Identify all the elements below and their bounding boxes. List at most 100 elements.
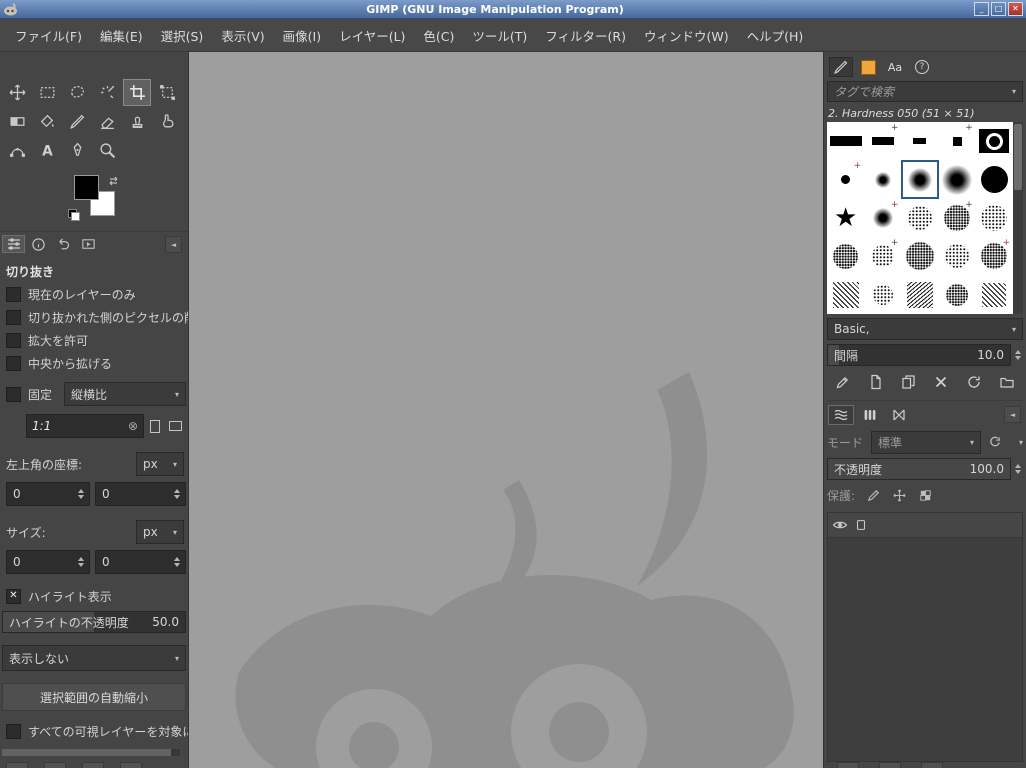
edit-brush-button[interactable] — [831, 371, 855, 393]
menu-colors[interactable]: 色(C) — [414, 21, 463, 50]
layer-button[interactable] — [921, 762, 943, 768]
unified-transform-tool[interactable] — [153, 79, 181, 106]
brush-thumb[interactable] — [939, 237, 976, 275]
brush-grid-scrollbar[interactable] — [1013, 122, 1023, 314]
lock-alpha-button[interactable] — [913, 484, 937, 506]
menu-layer[interactable]: レイヤー(L) — [330, 21, 414, 50]
spin-arrows[interactable] — [172, 489, 182, 499]
brush-thumb[interactable] — [827, 276, 864, 314]
brush-thumb[interactable]: + — [976, 237, 1013, 275]
brush-thumb[interactable]: + — [827, 160, 864, 198]
bucket-fill-tool[interactable] — [33, 108, 61, 135]
brush-thumb[interactable] — [901, 276, 938, 314]
highlight-checkbox-checked[interactable]: ✕ — [6, 589, 21, 604]
layer-opacity-slider[interactable]: 不透明度 100.0 — [827, 458, 1011, 480]
brush-thumb[interactable] — [864, 276, 901, 314]
tab-undo-history[interactable] — [52, 235, 75, 253]
refresh-brushes-button[interactable] — [962, 371, 986, 393]
auto-shrink-button[interactable]: 選択範囲の自動縮小 — [2, 683, 186, 711]
zoom-tool[interactable] — [93, 137, 121, 164]
layer-button[interactable] — [879, 762, 901, 768]
menu-help[interactable]: ヘルプ(H) — [738, 21, 813, 50]
brush-thumb[interactable] — [827, 122, 864, 160]
tab-paths[interactable] — [886, 405, 912, 425]
tool-options-scrollbar[interactable] — [2, 749, 180, 756]
brush-tag-filter-dropdown[interactable]: Basic, ▾ — [827, 318, 1023, 340]
new-brush-button[interactable] — [864, 371, 888, 393]
minimize-button[interactable]: _ — [974, 2, 989, 16]
preset-button[interactable] — [82, 762, 104, 768]
scrollbar-thumb[interactable] — [2, 749, 172, 756]
brush-thumb[interactable]: ★ — [827, 199, 864, 237]
layer-list[interactable] — [827, 512, 1023, 762]
layer-row[interactable] — [828, 513, 1022, 538]
menu-select[interactable]: 選択(S) — [152, 21, 213, 50]
brush-thumb[interactable]: + — [864, 237, 901, 275]
checkbox[interactable] — [6, 724, 21, 739]
tab-device-status[interactable] — [27, 235, 50, 253]
brush-thumb[interactable] — [827, 237, 864, 275]
paintbrush-tool[interactable] — [63, 108, 91, 135]
brush-thumb[interactable]: + — [939, 199, 976, 237]
preset-button[interactable] — [120, 762, 142, 768]
tab-patterns[interactable] — [856, 57, 880, 77]
move-tool[interactable] — [3, 79, 31, 106]
visibility-eye-icon[interactable] — [832, 517, 848, 533]
gradient-tool[interactable] — [3, 108, 31, 135]
window-titlebar[interactable]: GIMP (GNU Image Manipulation Program) _ … — [0, 0, 1026, 19]
rectangle-select-tool[interactable] — [33, 79, 61, 106]
option-expand-from-center[interactable]: 中央から拡げる — [6, 355, 188, 372]
fixed-aspect-dropdown[interactable]: 縦横比 ▾ — [64, 382, 186, 406]
tab-menu-button[interactable]: ◄ — [1004, 406, 1021, 423]
lock-pixels-button[interactable] — [861, 484, 885, 506]
position-y-input[interactable]: 0 — [95, 482, 186, 506]
tab-layers[interactable] — [828, 405, 854, 425]
spin-arrows[interactable] — [76, 489, 86, 499]
eraser-tool[interactable] — [93, 108, 121, 135]
tab-help[interactable]: ? — [910, 57, 934, 77]
menu-view[interactable]: 表示(V) — [212, 21, 273, 50]
swap-colors-icon[interactable] — [107, 175, 120, 187]
checkbox[interactable] — [6, 333, 21, 348]
brush-thumb[interactable] — [939, 276, 976, 314]
mode-options-button[interactable]: ▾ — [1007, 432, 1023, 454]
landscape-button[interactable] — [165, 414, 186, 438]
tab-channels[interactable] — [857, 405, 883, 425]
spin-arrows[interactable] — [1013, 350, 1023, 360]
lock-position-button[interactable] — [887, 484, 911, 506]
layer-mode-dropdown[interactable]: 標準 ▾ — [871, 431, 981, 454]
tab-menu-button[interactable]: ◄ — [165, 236, 182, 253]
menu-image[interactable]: 画像(I) — [274, 21, 330, 50]
menu-edit[interactable]: 編集(E) — [91, 21, 152, 50]
mode-group-switch-button[interactable] — [983, 432, 1005, 454]
brush-thumb[interactable]: + — [864, 199, 901, 237]
tag-search-dropdown[interactable]: タグで検索 ▾ — [827, 81, 1023, 102]
fuzzy-select-tool[interactable] — [93, 79, 121, 106]
brush-thumb[interactable] — [864, 160, 901, 198]
scrollbar-thumb[interactable] — [1014, 124, 1022, 190]
aspect-ratio-input[interactable]: 1:1 ⊗ — [26, 414, 144, 438]
brush-thumb[interactable] — [901, 122, 938, 160]
preset-button[interactable] — [44, 762, 66, 768]
brush-thumb[interactable] — [901, 199, 938, 237]
menu-tools[interactable]: ツール(T) — [463, 21, 536, 50]
text-tool[interactable]: A — [33, 137, 61, 164]
spin-arrows[interactable] — [76, 557, 86, 567]
menu-file[interactable]: ファイル(F) — [6, 21, 91, 50]
brush-thumb-selected[interactable] — [901, 160, 939, 199]
default-colors-icon[interactable] — [68, 209, 80, 221]
brush-thumb[interactable] — [976, 122, 1013, 160]
checkbox[interactable] — [6, 287, 21, 302]
brush-thumb[interactable]: + — [864, 122, 901, 160]
position-unit-dropdown[interactable]: px ▾ — [136, 452, 184, 476]
option-allow-growing[interactable]: 拡大を許可 — [6, 332, 188, 349]
portrait-button[interactable] — [144, 414, 165, 438]
spin-arrows[interactable] — [172, 557, 182, 567]
layer-button[interactable] — [837, 762, 859, 768]
clone-tool[interactable] — [123, 108, 151, 135]
brush-thumb[interactable] — [939, 160, 976, 198]
maximize-button[interactable]: □ — [991, 2, 1006, 16]
canvas[interactable] — [189, 52, 823, 768]
foreground-color-swatch[interactable] — [74, 175, 99, 200]
menu-windows[interactable]: ウィンドウ(W) — [635, 21, 738, 50]
